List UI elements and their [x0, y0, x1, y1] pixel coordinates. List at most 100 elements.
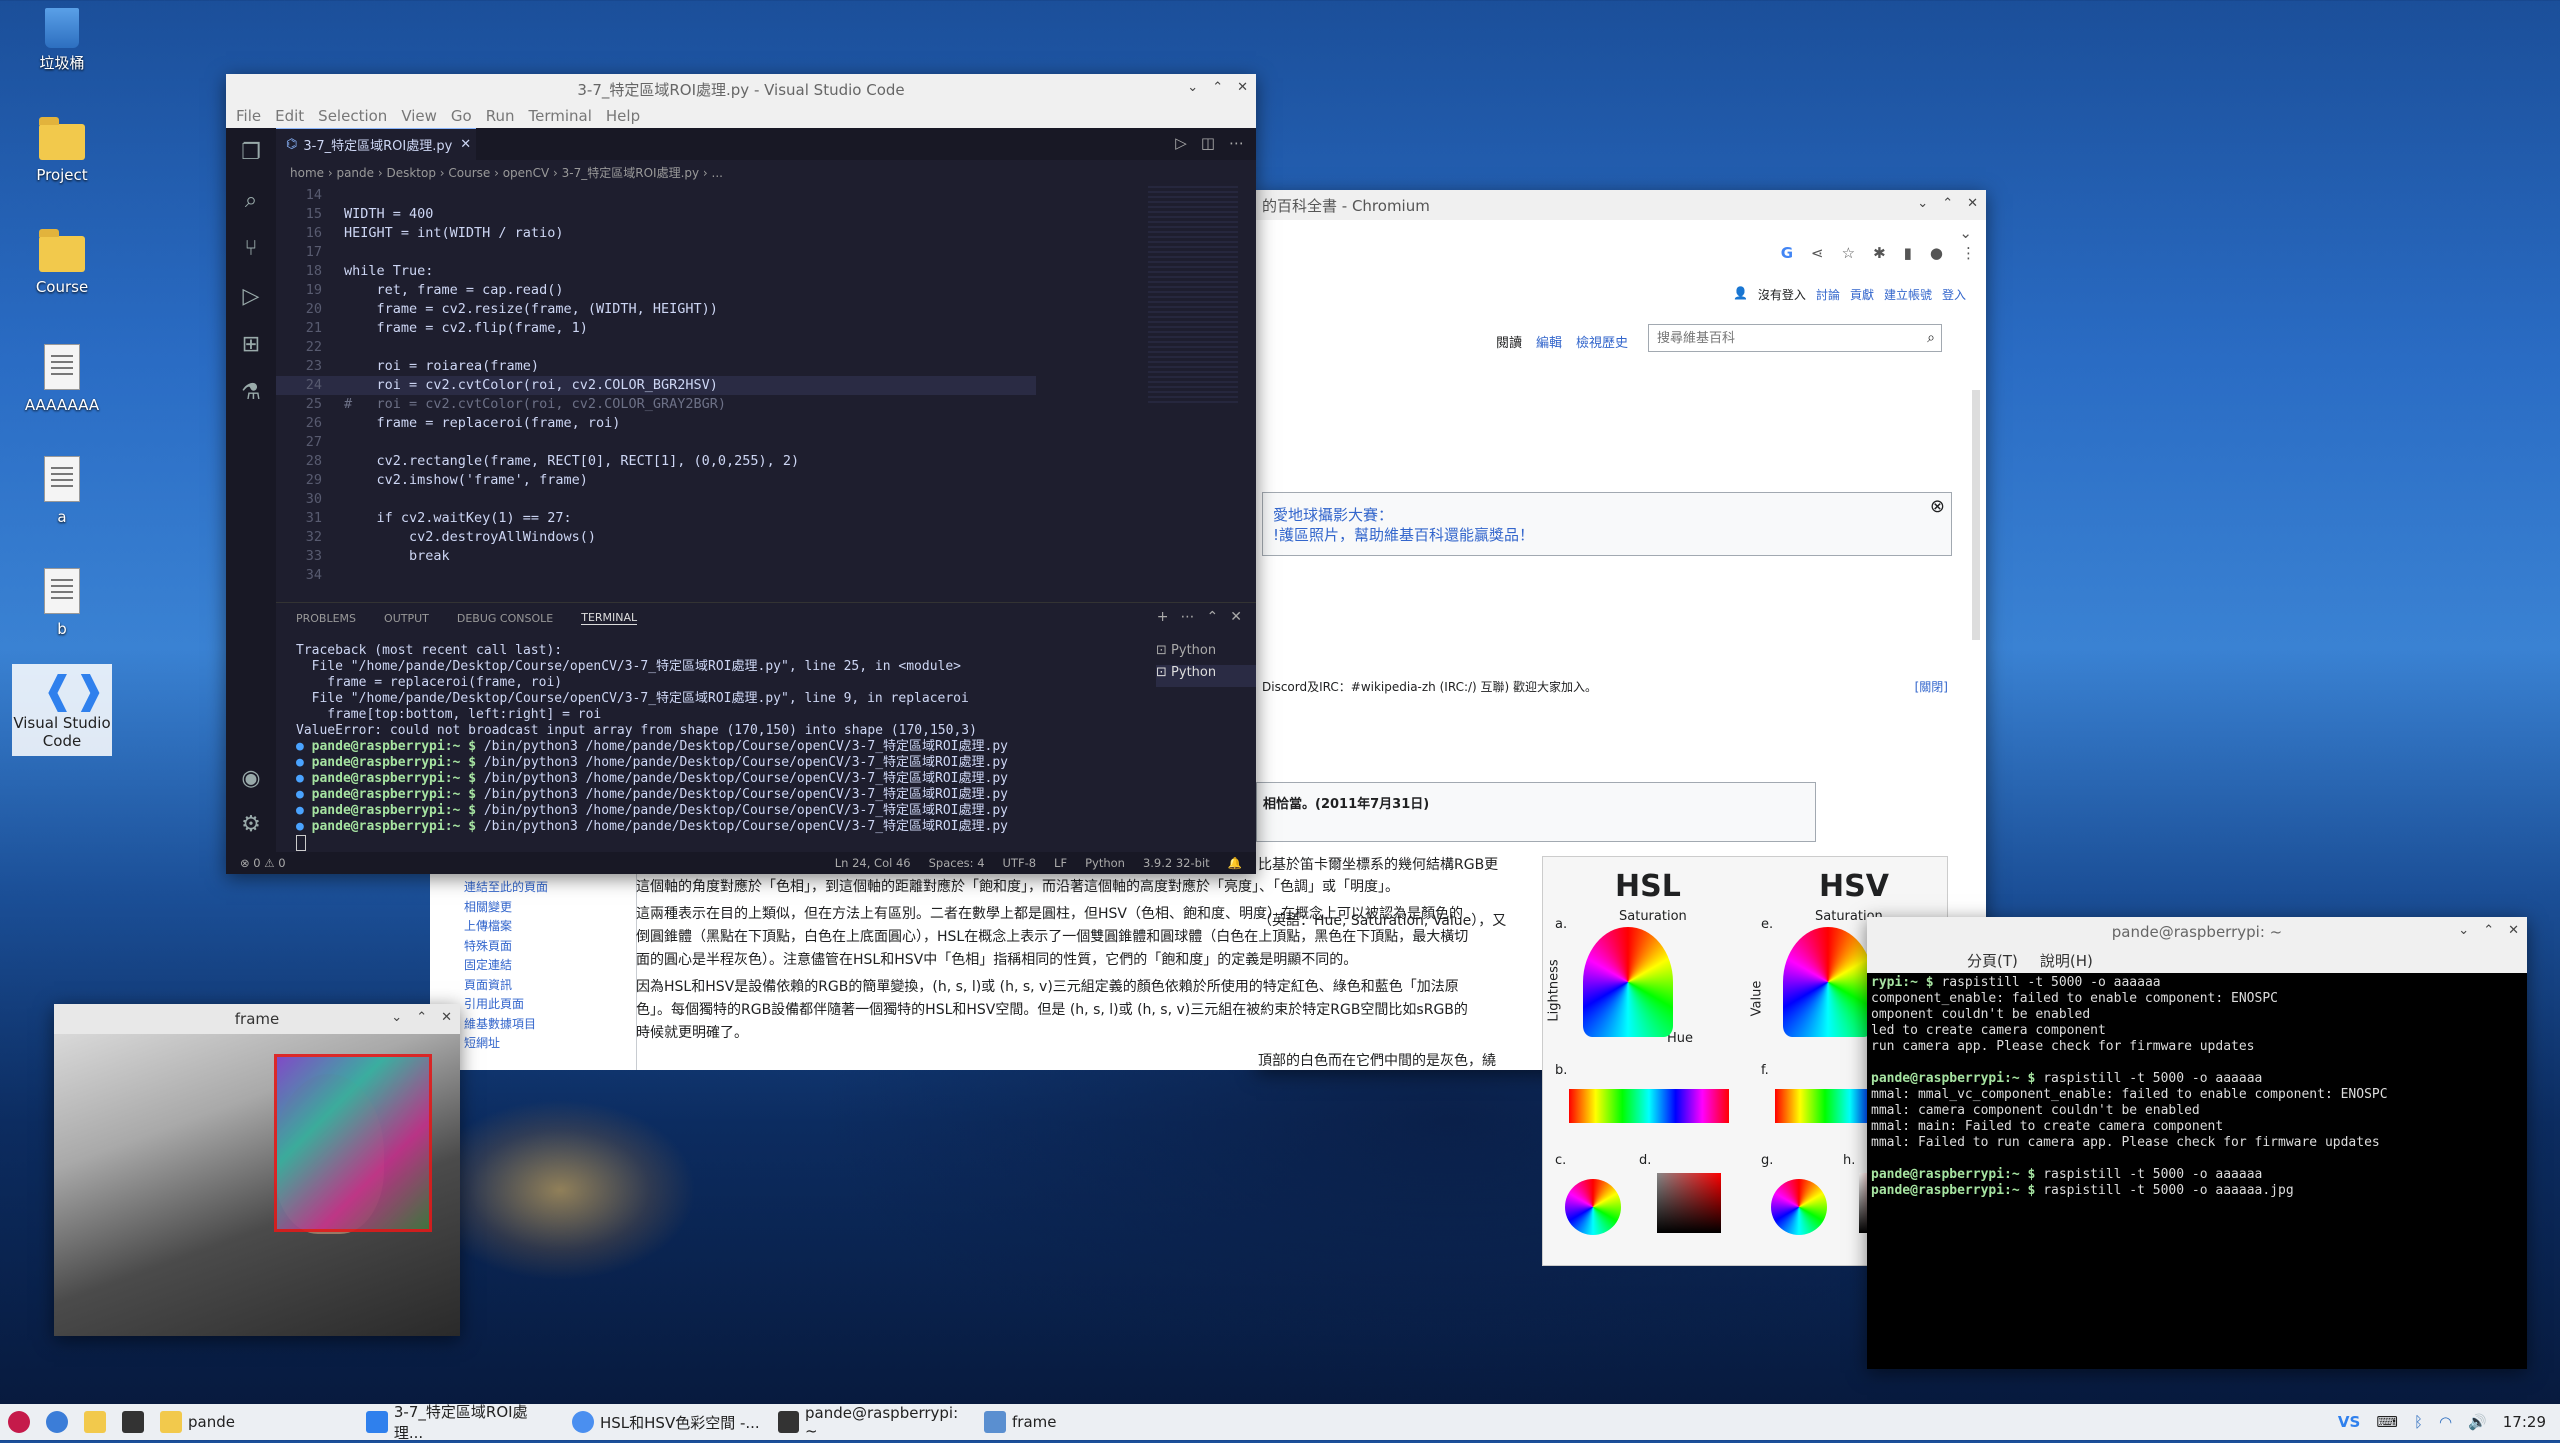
- tab-terminal[interactable]: TERMINAL: [581, 611, 638, 625]
- maximize-icon[interactable]: ⌃: [2483, 923, 2494, 938]
- tab-read[interactable]: 閱讀: [1496, 332, 1522, 351]
- desktop-icon-b[interactable]: b: [12, 568, 112, 638]
- menu-go[interactable]: Go: [451, 107, 472, 125]
- notice-line2[interactable]: !護區照片，幫助維基百科還能贏獎品！: [1273, 525, 1941, 545]
- new-terminal-icon[interactable]: +: [1157, 609, 1169, 625]
- close-notice-icon[interactable]: ⊗: [1930, 497, 1945, 517]
- talk-link[interactable]: 討論: [1816, 286, 1840, 303]
- problems-count[interactable]: ⊗ 0 ⚠ 0: [240, 856, 286, 870]
- contributions-link[interactable]: 貢獻: [1850, 286, 1874, 303]
- desktop-icon-trash[interactable]: 垃圾桶: [12, 8, 112, 73]
- extensions-icon[interactable]: ⊞: [226, 320, 276, 368]
- eol[interactable]: LF: [1054, 856, 1067, 870]
- sidebar-link[interactable]: 固定連結: [464, 956, 624, 976]
- code-line[interactable]: 23 roi = roiarea(frame): [276, 357, 1036, 376]
- terminal-list-item[interactable]: ⊡ Python: [1156, 643, 1256, 665]
- scrollbar[interactable]: [1972, 390, 1980, 640]
- code-line[interactable]: 34: [276, 566, 1036, 585]
- menu-view[interactable]: View: [401, 107, 437, 125]
- code-line[interactable]: 32 cv2.destroyAllWindows(): [276, 528, 1036, 547]
- taskbar-item-frame[interactable]: frame: [976, 1406, 1182, 1438]
- settings-gear-icon[interactable]: ⚙: [226, 800, 276, 848]
- tab-output[interactable]: OUTPUT: [384, 612, 429, 625]
- code-line[interactable]: 14: [276, 186, 1036, 205]
- sidebar-link[interactable]: 特殊頁面: [464, 937, 624, 957]
- maximize-icon[interactable]: ⌃: [416, 1010, 427, 1025]
- code-line[interactable]: 24 roi = cv2.cvtColor(roi, cv2.COLOR_BGR…: [276, 376, 1036, 395]
- sidepanel-icon[interactable]: ▮: [1904, 244, 1912, 270]
- explorer-icon[interactable]: ❐: [226, 128, 276, 176]
- tab-problems[interactable]: PROBLEMS: [296, 612, 356, 625]
- login-link[interactable]: 登入: [1942, 286, 1966, 303]
- integrated-terminal[interactable]: Traceback (most recent call last): File …: [296, 643, 1146, 851]
- close-icon[interactable]: ✕: [2508, 923, 2519, 938]
- notice-line1[interactable]: 愛地球攝影大賽：: [1273, 505, 1941, 525]
- taskbar-item-vscode[interactable]: 3-7_特定區域ROI處理...: [358, 1403, 564, 1442]
- terminal-output[interactable]: rypi:~ $ raspistill -t 5000 -o aaaaaa com…: [1867, 973, 2527, 1369]
- account-icon[interactable]: ◉: [226, 754, 276, 802]
- code-line[interactable]: 30: [276, 490, 1036, 509]
- terminal-list-item[interactable]: ⊡ Python: [1156, 665, 1256, 687]
- more-actions-icon[interactable]: ⋯: [1229, 134, 1244, 152]
- vscode-titlebar[interactable]: 3-7_特定區域ROI處理.py - Visual Studio Code ⌄ …: [226, 74, 1256, 104]
- chromium-titlebar[interactable]: 的百科全書 - Chromium ⌄ ⌃ ✕: [1256, 190, 1986, 220]
- close-icon[interactable]: ✕: [1237, 80, 1248, 95]
- code-editor[interactable]: 14 15 WIDTH = 400 16 HEIGHT = int(WIDTH / ra…: [276, 186, 1036, 654]
- run-file-icon[interactable]: ▷: [1175, 134, 1187, 152]
- maximize-icon[interactable]: ⌃: [1212, 80, 1223, 95]
- menu-kebab-icon[interactable]: ⋮: [1961, 244, 1976, 270]
- python-interpreter[interactable]: 3.9.2 32-bit: [1143, 856, 1210, 870]
- taskbar-item-terminal[interactable]: pande@raspberrypi: ~: [770, 1404, 976, 1440]
- close-tab-icon[interactable]: ✕: [460, 137, 471, 152]
- code-line[interactable]: 17: [276, 243, 1036, 262]
- desktop-icon-project[interactable]: Project: [12, 117, 112, 184]
- indentation[interactable]: Spaces: 4: [929, 856, 985, 870]
- minimize-icon[interactable]: ⌄: [391, 1010, 402, 1025]
- menu-edit[interactable]: Edit: [275, 107, 304, 125]
- encoding[interactable]: UTF-8: [1003, 856, 1037, 870]
- code-line[interactable]: 16 HEIGHT = int(WIDTH / ratio): [276, 224, 1036, 243]
- breadcrumb[interactable]: home › pande › Desktop › Course › openCV…: [290, 164, 723, 181]
- code-line[interactable]: 18 while True:: [276, 262, 1036, 281]
- menu-help[interactable]: Help: [606, 107, 640, 125]
- wifi-icon[interactable]: ◠: [2439, 1413, 2452, 1431]
- code-line[interactable]: 25 # roi = cv2.cvtColor(roi, cv2.COLOR_GR…: [276, 395, 1036, 414]
- run-debug-icon[interactable]: ▷: [226, 272, 276, 320]
- frame-titlebar[interactable]: frame ⌄ ⌃ ✕: [54, 1004, 460, 1034]
- terminal-titlebar[interactable]: pande@raspberrypi: ~ ⌄ ⌃ ✕: [1867, 917, 2527, 947]
- keyboard-icon[interactable]: ⌨: [2376, 1413, 2398, 1431]
- minimize-icon[interactable]: ⌄: [1917, 196, 1928, 211]
- raspberry-menu-icon[interactable]: [0, 1406, 38, 1438]
- cursor-position[interactable]: Ln 24, Col 46: [835, 856, 911, 870]
- close-panel-icon[interactable]: ✕: [1230, 609, 1242, 625]
- sidebar-link[interactable]: 上傳檔案: [464, 917, 624, 937]
- notifications-icon[interactable]: 🔔: [1228, 856, 1242, 870]
- search-icon[interactable]: ⌕: [1927, 330, 1935, 346]
- code-line[interactable]: 29 cv2.imshow('frame', frame): [276, 471, 1036, 490]
- sidebar-link[interactable]: 相關變更: [464, 898, 624, 918]
- sidebar-link[interactable]: 短網址: [464, 1034, 624, 1054]
- sidebar-link[interactable]: 維基數據項目: [464, 1015, 624, 1035]
- source-control-icon[interactable]: ⑂: [226, 224, 276, 272]
- desktop-icon-course[interactable]: Course: [12, 229, 112, 296]
- code-line[interactable]: 27: [276, 433, 1036, 452]
- minimize-icon[interactable]: ⌄: [2458, 923, 2469, 938]
- browser-launcher-icon[interactable]: [38, 1406, 76, 1438]
- tab-debug-console[interactable]: DEBUG CONSOLE: [457, 612, 553, 625]
- menu-tabs[interactable]: 分頁(T): [1967, 950, 2018, 971]
- bookmark-star-icon[interactable]: ☆: [1842, 244, 1855, 270]
- minimap[interactable]: [1148, 186, 1238, 406]
- editor-tab[interactable]: ⌬ 3-7_特定區域ROI處理.py ✕: [276, 128, 476, 160]
- menu-run[interactable]: Run: [486, 107, 515, 125]
- volume-icon[interactable]: 🔊: [2468, 1413, 2487, 1431]
- share-icon[interactable]: ⋖: [1811, 244, 1824, 270]
- desktop-icon-vscode[interactable]: ❰❱ Visual Studio Code: [12, 664, 112, 756]
- code-line[interactable]: 19 ret, frame = cap.read(): [276, 281, 1036, 300]
- bluetooth-icon[interactable]: ᛒ: [2414, 1413, 2423, 1431]
- maximize-icon[interactable]: ⌃: [1942, 196, 1953, 211]
- vscode-tray-icon[interactable]: VS: [2338, 1413, 2360, 1431]
- code-line[interactable]: 31 if cv2.waitKey(1) == 27:: [276, 509, 1036, 528]
- minimize-icon[interactable]: ⌄: [1187, 80, 1198, 95]
- sidebar-link[interactable]: 連結至此的頁面: [464, 878, 624, 898]
- language-mode[interactable]: Python: [1085, 856, 1125, 870]
